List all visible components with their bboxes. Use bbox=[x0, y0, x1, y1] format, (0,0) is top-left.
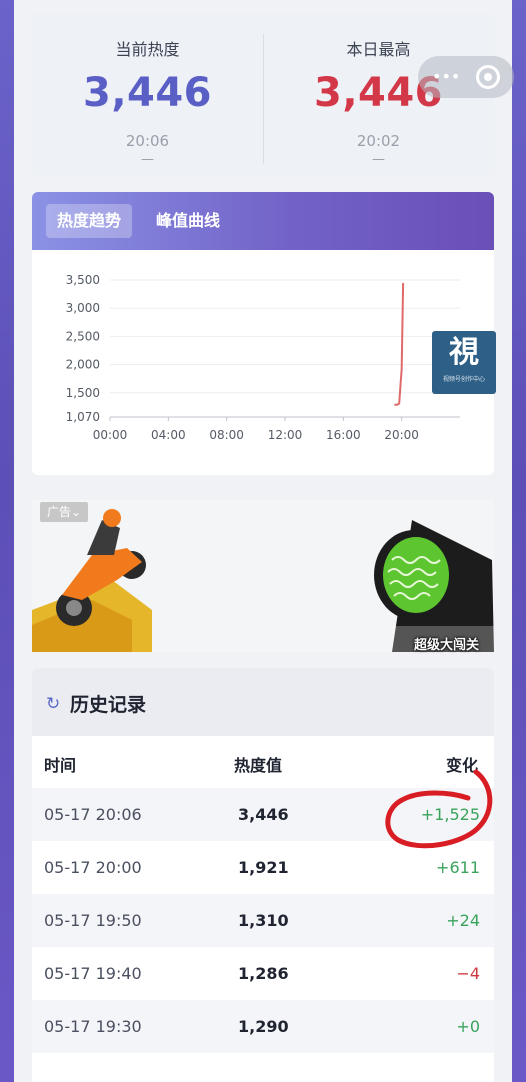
history-time: 05-17 19:50 bbox=[44, 911, 142, 930]
ad-tag-label: 广告 bbox=[46, 505, 71, 519]
tube-ad-image[interactable] bbox=[352, 500, 494, 652]
history-section: ↻ 历史记录 时间 热度值 变化 05-17 20:06 3,446 +1,525 0… bbox=[32, 668, 494, 1082]
miniprogram-capsule[interactable]: ••• bbox=[418, 56, 514, 98]
history-row: 05-17 19:30 1,290 +0 bbox=[32, 1000, 494, 1053]
history-row: 05-17 20:06 3,446 +1,525 bbox=[32, 788, 494, 841]
history-change: +0 bbox=[456, 1017, 480, 1036]
y-tick-label: 2,500 bbox=[66, 329, 100, 343]
tab-peak-curve[interactable]: 峰值曲线 bbox=[145, 204, 231, 238]
current-heat-stat: 当前热度 3,446 20:06 — bbox=[32, 12, 263, 175]
ad-banner[interactable] bbox=[32, 500, 494, 652]
peak-heat-dash: — bbox=[372, 152, 385, 167]
history-heat: 1,921 bbox=[238, 858, 289, 877]
channels-watermark: 視 视频号创作中心 bbox=[432, 331, 496, 394]
current-heat-dash: — bbox=[141, 152, 154, 167]
history-title: 历史记录 bbox=[70, 694, 147, 716]
history-row: 05-17 19:50 1,310 +24 bbox=[32, 894, 494, 947]
heat-stats-card: 当前热度 3,446 20:06 — 本日最高 3,446 20:02 — bbox=[32, 12, 494, 175]
history-row: 05-17 19:40 1,286 −4 bbox=[32, 947, 494, 1000]
chart-tab-bar: 热度趋势 峰值曲线 bbox=[32, 192, 494, 250]
x-tick-label: 20:00 bbox=[384, 428, 419, 442]
watermark-glyph: 視 bbox=[449, 335, 479, 370]
tab-heat-trend[interactable]: 热度趋势 bbox=[46, 204, 133, 238]
history-row: 05-17 20:00 1,921 +611 bbox=[32, 841, 494, 894]
refresh-icon[interactable]: ↻ bbox=[46, 694, 60, 714]
motorcycle-ad-image[interactable] bbox=[32, 500, 152, 652]
y-tick-label: 3,000 bbox=[66, 301, 100, 315]
history-change: +1,525 bbox=[420, 805, 480, 824]
y-tick-label: 1,070 bbox=[66, 410, 100, 424]
ad-tag[interactable]: 广告⌄ bbox=[40, 502, 88, 522]
current-heat-time: 20:06 bbox=[125, 132, 170, 150]
y-tick-label: 1,500 bbox=[66, 386, 100, 400]
x-tick-label: 16:00 bbox=[326, 428, 361, 442]
trend-chart-card: 热度趋势 峰值曲线 3,500 3,000 2,500 2,000 1,500 1,070… bbox=[32, 192, 494, 475]
column-time: 时间 bbox=[44, 756, 77, 775]
column-heat: 热度值 bbox=[234, 756, 283, 775]
current-heat-label: 当前热度 bbox=[115, 40, 180, 59]
close-target-icon[interactable] bbox=[476, 65, 500, 89]
history-time: 05-17 20:06 bbox=[44, 805, 142, 824]
watermark-subtitle: 视频号创作中心 bbox=[442, 376, 485, 383]
column-change: 变化 bbox=[445, 756, 478, 775]
current-heat-value: 3,446 bbox=[82, 70, 213, 116]
x-tick-label: 08:00 bbox=[209, 428, 244, 442]
y-tick-label: 3,500 bbox=[66, 273, 100, 287]
y-tick-label: 2,000 bbox=[66, 358, 100, 372]
history-heat: 3,446 bbox=[238, 805, 289, 824]
heat-series-line bbox=[394, 283, 405, 406]
history-heat: 1,290 bbox=[238, 1017, 289, 1036]
x-tick-label: 12:00 bbox=[268, 428, 303, 442]
x-tick-label: 04:00 bbox=[151, 428, 186, 442]
history-heat: 1,286 bbox=[238, 964, 289, 983]
history-heat: 1,310 bbox=[238, 911, 289, 930]
ad-caption: 超级大闯关 bbox=[414, 638, 480, 653]
history-time: 05-17 19:30 bbox=[44, 1017, 142, 1036]
history-change: +24 bbox=[446, 911, 480, 930]
history-header: ↻ 历史记录 bbox=[32, 668, 494, 736]
x-tick-label: 00:00 bbox=[93, 428, 128, 442]
history-time: 05-17 20:00 bbox=[44, 858, 142, 877]
peak-heat-time: 20:02 bbox=[356, 132, 401, 150]
history-time: 05-17 19:40 bbox=[44, 964, 142, 983]
history-change: −4 bbox=[456, 964, 480, 983]
more-icon[interactable]: ••• bbox=[432, 68, 460, 86]
heat-trend-chart: 3,500 3,000 2,500 2,000 1,500 1,070 00:00 04:00… bbox=[66, 273, 460, 442]
history-change: +611 bbox=[436, 858, 480, 877]
